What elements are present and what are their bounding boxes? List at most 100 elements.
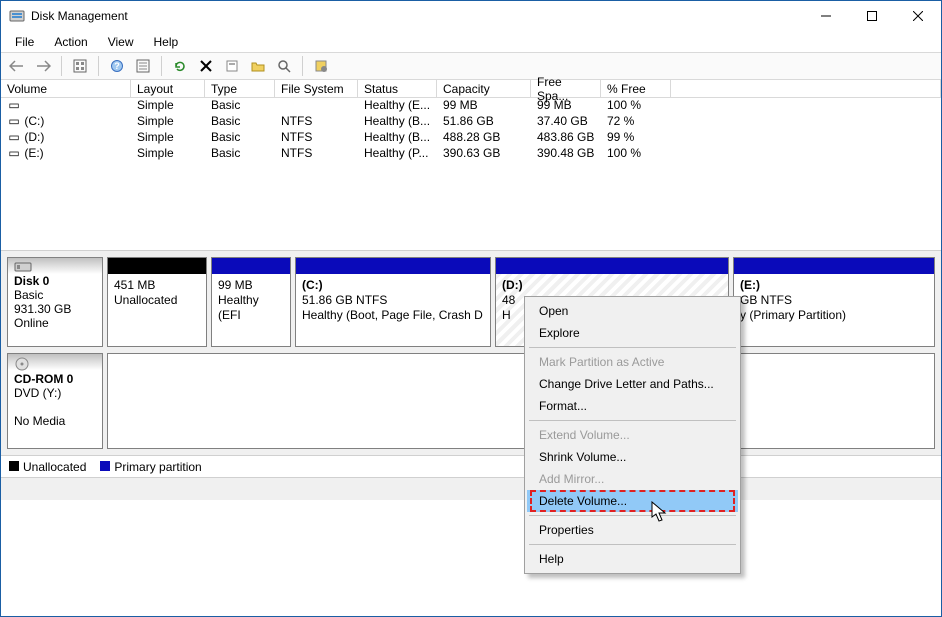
minimize-button[interactable]	[803, 1, 849, 31]
back-button[interactable]	[5, 54, 29, 78]
partition-size: 99 MB	[218, 278, 253, 292]
cm-extend: Extend Volume...	[527, 424, 738, 446]
menubar: File Action View Help	[1, 31, 941, 52]
column-layout[interactable]: Layout	[131, 80, 205, 98]
help-button[interactable]: ?	[105, 54, 129, 78]
partition-desc: Healthy (Boot, Page File, Crash D	[302, 308, 483, 322]
volume-type: Basic	[205, 146, 275, 162]
menu-file[interactable]: File	[5, 33, 44, 51]
column-status[interactable]: Status	[358, 80, 437, 98]
cm-separator	[529, 420, 736, 421]
volume-name: (C:)	[24, 114, 44, 128]
explore-button[interactable]	[272, 54, 296, 78]
cm-format[interactable]: Format...	[527, 395, 738, 417]
window-controls	[803, 1, 941, 31]
legend-unallocated: Unallocated	[9, 460, 86, 474]
settings-button[interactable]	[131, 54, 155, 78]
disk-panel: Disk 0 Basic 931.30 GB Online 451 MB Una…	[1, 250, 941, 456]
volume-layout: Simple	[131, 130, 205, 146]
volume-type: Basic	[205, 98, 275, 114]
cm-delete-volume[interactable]: Delete Volume...	[527, 490, 738, 512]
close-button[interactable]	[895, 1, 941, 31]
volume-layout: Simple	[131, 98, 205, 114]
partition-desc: H	[502, 308, 511, 322]
volume-row[interactable]: ▭ (C:) Simple Basic NTFS Healthy (B... 5…	[1, 114, 941, 130]
volume-status: Healthy (P...	[358, 146, 437, 162]
open-button[interactable]	[246, 54, 270, 78]
properties-button[interactable]	[220, 54, 244, 78]
column-spacer	[671, 80, 941, 98]
volume-status: Healthy (B...	[358, 130, 437, 146]
volume-type: Basic	[205, 130, 275, 146]
show-hide-console-button[interactable]	[68, 54, 92, 78]
disk-title: Disk 0	[14, 274, 49, 288]
volume-row[interactable]: ▭ Simple Basic Healthy (E... 99 MB 99 MB…	[1, 98, 941, 114]
drive-icon: ▭	[7, 146, 21, 160]
forward-button[interactable]	[31, 54, 55, 78]
cm-properties[interactable]: Properties	[527, 519, 738, 541]
menu-help[interactable]: Help	[144, 33, 189, 51]
volume-fs: NTFS	[275, 130, 358, 146]
action-button[interactable]	[309, 54, 333, 78]
cm-open[interactable]: Open	[527, 300, 738, 322]
disk0-info[interactable]: Disk 0 Basic 931.30 GB Online	[7, 257, 103, 347]
volume-free: 37.40 GB	[531, 114, 601, 130]
column-percent-free[interactable]: % Free	[601, 80, 671, 98]
volume-type: Basic	[205, 114, 275, 130]
drive-icon: ▭	[7, 98, 21, 112]
partition-size: 48	[502, 293, 515, 307]
volume-fs: NTFS	[275, 114, 358, 130]
cm-help[interactable]: Help	[527, 548, 738, 570]
column-volume[interactable]: Volume	[1, 80, 131, 98]
partition-label: (C:)	[302, 278, 323, 292]
volume-capacity: 99 MB	[437, 98, 531, 114]
refresh-button[interactable]	[168, 54, 192, 78]
volume-name: (E:)	[24, 146, 43, 160]
cm-separator	[529, 347, 736, 348]
volume-pfree: 99 %	[601, 130, 671, 146]
volume-list[interactable]: ▭ Simple Basic Healthy (E... 99 MB 99 MB…	[1, 98, 941, 250]
disk-icon	[14, 260, 96, 274]
partition-unallocated[interactable]: 451 MB Unallocated	[107, 257, 207, 347]
cdrom-state: No Media	[14, 414, 65, 428]
volume-capacity: 390.63 GB	[437, 146, 531, 162]
partition-desc: Unallocated	[114, 293, 177, 307]
volume-pfree: 72 %	[601, 114, 671, 130]
column-filesystem[interactable]: File System	[275, 80, 358, 98]
volume-status: Healthy (E...	[358, 98, 437, 114]
column-type[interactable]: Type	[205, 80, 275, 98]
disk0-partitions: 451 MB Unallocated 99 MB Healthy (EFI (C…	[107, 257, 935, 347]
delete-button[interactable]	[194, 54, 218, 78]
column-capacity[interactable]: Capacity	[437, 80, 531, 98]
disk-management-icon	[9, 8, 25, 24]
cm-mark-active: Mark Partition as Active	[527, 351, 738, 373]
cm-separator	[529, 544, 736, 545]
titlebar: Disk Management	[1, 1, 941, 31]
volume-status: Healthy (B...	[358, 114, 437, 130]
menu-action[interactable]: Action	[44, 33, 97, 51]
volume-layout: Simple	[131, 114, 205, 130]
volume-row[interactable]: ▭ (D:) Simple Basic NTFS Healthy (B... 4…	[1, 130, 941, 146]
toolbar: ?	[1, 52, 941, 80]
column-free-space[interactable]: Free Spa...	[531, 80, 601, 98]
cdrom-empty-area[interactable]	[107, 353, 935, 449]
cm-add-mirror: Add Mirror...	[527, 468, 738, 490]
maximize-button[interactable]	[849, 1, 895, 31]
menu-view[interactable]: View	[98, 33, 144, 51]
cm-explore[interactable]: Explore	[527, 322, 738, 344]
drive-icon: ▭	[7, 130, 21, 144]
cm-delete-volume-label: Delete Volume...	[539, 494, 627, 508]
volume-name: (D:)	[24, 130, 44, 144]
partition-desc: y (Primary Partition)	[740, 308, 846, 322]
partition-label: (E:)	[740, 278, 760, 292]
window-title: Disk Management	[31, 9, 803, 23]
volume-columns-header: Volume Layout Type File System Status Ca…	[1, 80, 941, 98]
cm-change-letter[interactable]: Change Drive Letter and Paths...	[527, 373, 738, 395]
partition-e[interactable]: (E:) GB NTFS y (Primary Partition)	[733, 257, 935, 347]
partition-efi[interactable]: 99 MB Healthy (EFI	[211, 257, 291, 347]
cdrom-info[interactable]: CD-ROM 0 DVD (Y:) No Media	[7, 353, 103, 449]
cm-shrink[interactable]: Shrink Volume...	[527, 446, 738, 468]
volume-row[interactable]: ▭ (E:) Simple Basic NTFS Healthy (P... 3…	[1, 146, 941, 162]
partition-c[interactable]: (C:) 51.86 GB NTFS Healthy (Boot, Page F…	[295, 257, 491, 347]
volume-pfree: 100 %	[601, 98, 671, 114]
